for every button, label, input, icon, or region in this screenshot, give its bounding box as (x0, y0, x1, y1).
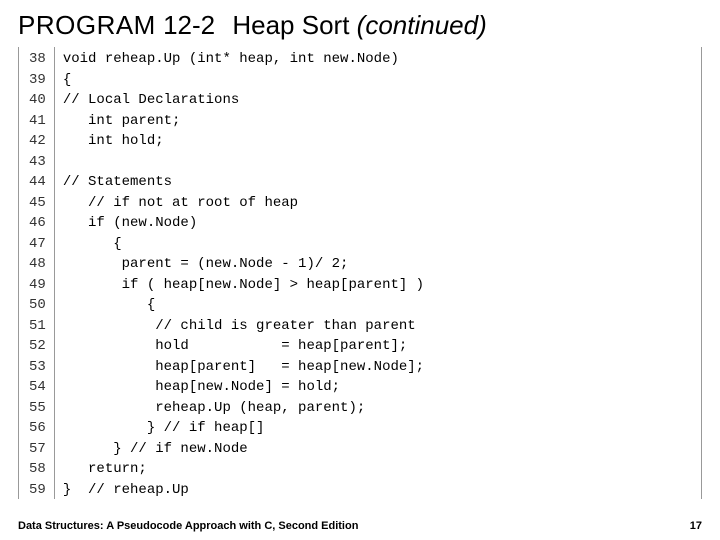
program-label: PROGRAM (18, 10, 156, 40)
page-number: 17 (690, 520, 702, 532)
program-header: PROGRAM 12-2 Heap Sort (continued) (0, 0, 720, 47)
line-number-gutter: 38 39 40 41 42 43 44 45 46 47 48 49 50 5… (19, 47, 55, 499)
program-title: Heap Sort (continued) (232, 10, 486, 40)
code-listing: 38 39 40 41 42 43 44 45 46 47 48 49 50 5… (18, 47, 702, 499)
title-text: Heap Sort (232, 10, 349, 40)
continued-label: (continued) (357, 10, 487, 40)
code-content: void reheap.Up (int* heap, int new.Node)… (55, 47, 701, 499)
book-title: Data Structures: A Pseudocode Approach w… (18, 520, 358, 532)
footer: Data Structures: A Pseudocode Approach w… (18, 520, 702, 532)
program-number: 12-2 (163, 10, 215, 40)
